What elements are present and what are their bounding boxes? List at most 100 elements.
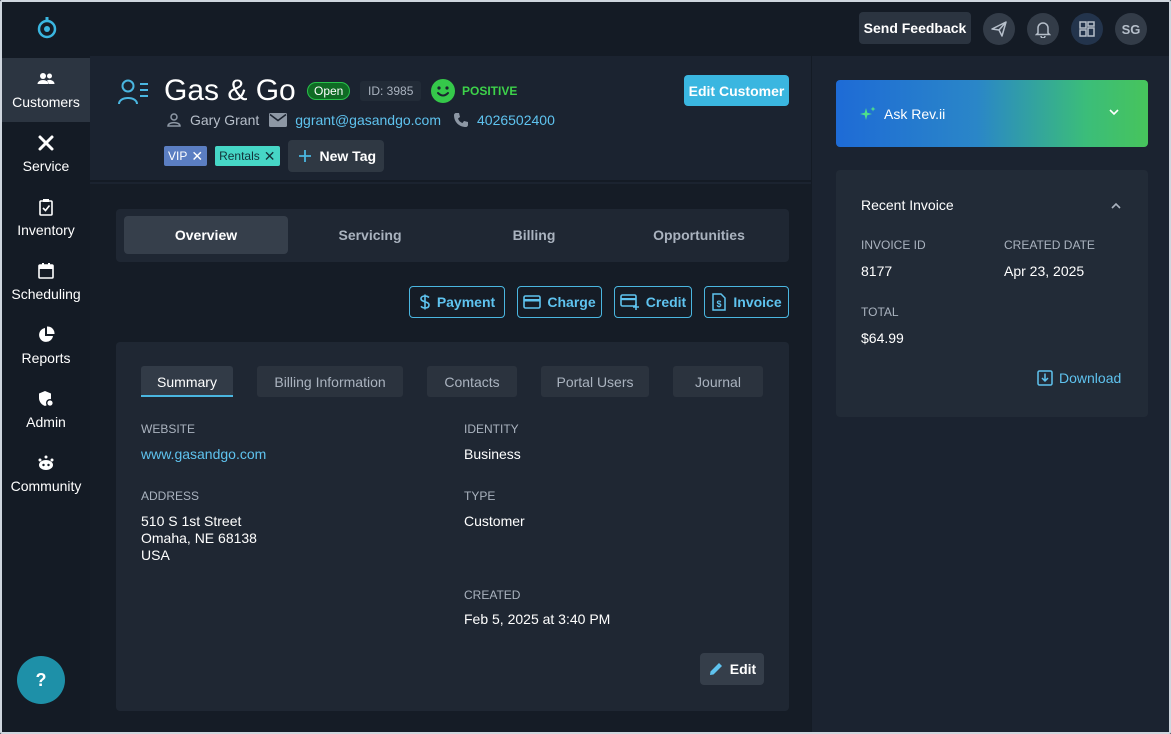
type-value: Customer [464, 513, 525, 529]
sentiment-label: POSITIVE [462, 84, 518, 98]
sidebar-item-label: Reports [21, 350, 71, 366]
pencil-icon [709, 663, 722, 675]
edit-summary-button[interactable]: Edit [700, 653, 764, 685]
chevron-down-icon[interactable] [1108, 106, 1120, 118]
credit-button[interactable]: Credit [614, 286, 692, 318]
sentiment-indicator: POSITIVE [431, 79, 517, 103]
payment-label: Payment [436, 294, 496, 310]
people-icon [37, 73, 55, 84]
tab-billing[interactable]: Billing [452, 216, 616, 254]
subtab-summary[interactable]: Summary [141, 366, 233, 397]
mail-icon [269, 113, 288, 127]
status-badge: Open [307, 82, 351, 100]
address-line-2: Omaha, NE 68138 [141, 530, 257, 546]
tag-list: VIP ✕ Rentals ✕ New Tag [164, 140, 385, 172]
bell-icon [1035, 22, 1051, 38]
charge-button[interactable]: Charge [517, 286, 602, 318]
sidebar-item-admin[interactable]: Admin [2, 378, 90, 442]
sidebar-item-inventory[interactable]: Inventory [2, 186, 90, 250]
ask-rev-label: Ask Rev.ii [884, 105, 946, 122]
sidebar-item-label: Customers [12, 94, 80, 110]
contact-row: Gary Grant ggrant@gasandgo.com 402650240… [166, 112, 555, 128]
invoice-id-label: INVOICE ID [861, 238, 926, 252]
paper-plane-icon [991, 21, 1007, 37]
edit-customer-button[interactable]: Edit Customer [684, 75, 789, 106]
type-label: TYPE [464, 489, 496, 503]
identity-label: IDENTITY [464, 422, 519, 436]
remove-tag-icon[interactable]: ✕ [264, 149, 276, 163]
dashboard-button[interactable] [1071, 13, 1103, 45]
subtab-journal[interactable]: Journal [673, 366, 763, 397]
invoice-label: Invoice [733, 294, 782, 310]
clipboard-check-icon [39, 199, 53, 216]
person-icon [167, 113, 181, 127]
invoice-created-value: Apr 23, 2025 [1004, 263, 1085, 279]
user-avatar[interactable]: SG [1115, 13, 1147, 45]
address-line-3: USA [141, 547, 170, 563]
sidebar-item-label: Inventory [17, 222, 75, 238]
address-label: ADDRESS [141, 489, 200, 503]
sidebar-item-customers[interactable]: Customers [2, 58, 90, 122]
send-icon-button[interactable] [983, 13, 1015, 45]
credit-card-icon [523, 295, 542, 309]
customer-list-icon [118, 79, 148, 105]
charge-label: Charge [547, 294, 596, 310]
svg-text:$: $ [717, 299, 722, 309]
app-logo-icon[interactable] [36, 16, 58, 40]
invoice-total-label: TOTAL [861, 305, 899, 319]
download-invoice-button[interactable]: Download [1037, 370, 1121, 386]
website-link[interactable]: www.gasandgo.com [141, 446, 266, 463]
dollar-icon [420, 294, 430, 310]
recent-invoice-card: Recent Invoice INVOICE ID 8177 CREATED D… [836, 170, 1148, 417]
download-label: Download [1059, 370, 1122, 386]
sidebar-item-label: Admin [26, 414, 66, 430]
sidebar-item-reports[interactable]: Reports [2, 314, 90, 378]
notifications-button[interactable] [1027, 13, 1059, 45]
invoice-id-link[interactable]: 8177 [861, 263, 892, 279]
sidebar-item-service[interactable]: Service [2, 122, 90, 186]
tools-icon [38, 135, 54, 151]
website-label: WEBSITE [141, 422, 196, 436]
tab-overview[interactable]: Overview [124, 216, 288, 254]
download-icon [1037, 370, 1053, 386]
shield-gear-icon [39, 391, 54, 407]
chevron-up-icon[interactable] [1110, 200, 1122, 212]
sparkle-icon [860, 106, 876, 120]
contact-email-link[interactable]: ggrant@gasandgo.com [295, 112, 441, 128]
new-tag-button[interactable]: New Tag [287, 140, 385, 172]
sidebar-item-label: Service [22, 158, 70, 174]
remove-tag-icon[interactable]: ✕ [191, 149, 203, 163]
sidebar-item-scheduling[interactable]: Scheduling [2, 250, 90, 314]
ask-rev-panel[interactable]: Ask Rev.ii [836, 80, 1148, 147]
avatar-initials: SG [1121, 21, 1141, 37]
subtab-portal-users[interactable]: Portal Users [541, 366, 649, 397]
subtab-contacts[interactable]: Contacts [427, 366, 517, 397]
sidebar-item-community[interactable]: Community [2, 442, 90, 506]
sidebar-item-label: Scheduling [11, 286, 81, 302]
invoice-created-label: CREATED DATE [1004, 238, 1095, 252]
sidebar-item-label: Community [10, 478, 82, 494]
edit-label: Edit [729, 661, 757, 677]
card-plus-icon [619, 294, 639, 310]
tab-servicing[interactable]: Servicing [288, 216, 452, 254]
dashboard-icon [1079, 21, 1095, 37]
contact-phone-link[interactable]: 4026502400 [477, 112, 555, 128]
address-line-1: 510 S 1st Street [141, 513, 242, 529]
identity-value: Business [464, 446, 521, 462]
tab-opportunities[interactable]: Opportunities [617, 216, 781, 254]
help-button[interactable]: ? [17, 656, 65, 704]
recent-invoice-title: Recent Invoice [861, 197, 954, 213]
created-value: Feb 5, 2025 at 3:40 PM [464, 611, 611, 627]
sidebar: Customers Service Inventory Scheduling R… [2, 56, 90, 732]
contact-name: Gary Grant [190, 112, 260, 128]
app-window: Send Feedback SG Customers Service Inven… [0, 0, 1171, 734]
invoice-icon: $ [712, 293, 727, 311]
send-feedback-button[interactable]: Send Feedback [859, 12, 971, 44]
tag-label: Rentals [219, 149, 260, 163]
overview-card: Summary Billing Information Contacts Por… [116, 342, 789, 711]
subtab-billing-information[interactable]: Billing Information [257, 366, 403, 397]
payment-button[interactable]: Payment [409, 286, 505, 318]
invoice-button[interactable]: $ Invoice [704, 286, 789, 318]
main-content: Overview Servicing Billing Opportunities… [90, 184, 811, 732]
credit-label: Credit [645, 294, 687, 310]
